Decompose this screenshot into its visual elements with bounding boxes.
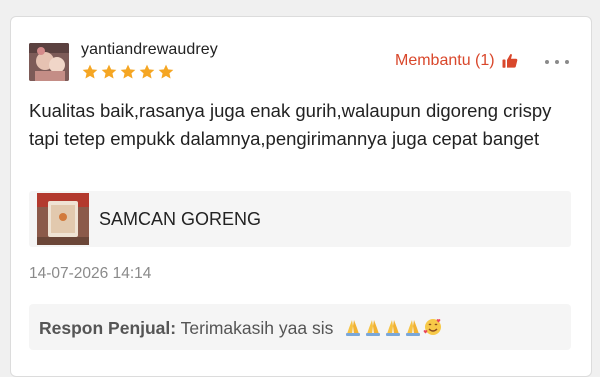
seller-response-text: Terimakasih yaa sis	[180, 318, 334, 338]
star-icon	[82, 64, 98, 79]
review-date: 14-07-2026 14:14	[29, 265, 152, 282]
folded-hands-icon	[346, 320, 361, 336]
smiling-face-with-hearts-icon	[423, 319, 442, 335]
seller-response-body: Respon Penjual: Terimakasih yaa sis	[39, 317, 443, 339]
reviewer-username: yantiandrewaudrey	[81, 41, 218, 58]
review-card: yantiandrewaudrey Membantu (1) Kualitas …	[10, 16, 592, 377]
seller-response-label: Respon Penjual:	[39, 318, 177, 338]
product-card[interactable]: SAMCAN GORENG	[29, 191, 571, 247]
rating-stars	[81, 63, 175, 81]
seller-response: Respon Penjual: Terimakasih yaa sis	[29, 304, 571, 350]
product-name: SAMCAN GORENG	[99, 209, 262, 229]
star-icon	[101, 64, 117, 79]
product-photo-icon	[37, 193, 89, 245]
review-text: Kualitas baik,rasanya juga enak gurih,wa…	[29, 100, 552, 149]
star-icon	[120, 64, 136, 79]
helpful-label: Membantu (1)	[395, 52, 495, 69]
response-emojis	[343, 317, 443, 337]
product-thumbnail	[37, 193, 89, 245]
thumbs-up-icon	[502, 54, 517, 68]
folded-hands-icon	[366, 320, 381, 336]
star-icon	[158, 64, 174, 79]
star-icon	[139, 64, 155, 79]
avatar-photo-icon	[29, 43, 69, 81]
avatar[interactable]	[29, 43, 69, 81]
helpful-button[interactable]: Membantu (1)	[395, 52, 519, 70]
more-horizontal-icon[interactable]	[543, 57, 571, 67]
folded-hands-icon	[406, 320, 421, 336]
folded-hands-icon	[386, 320, 401, 336]
